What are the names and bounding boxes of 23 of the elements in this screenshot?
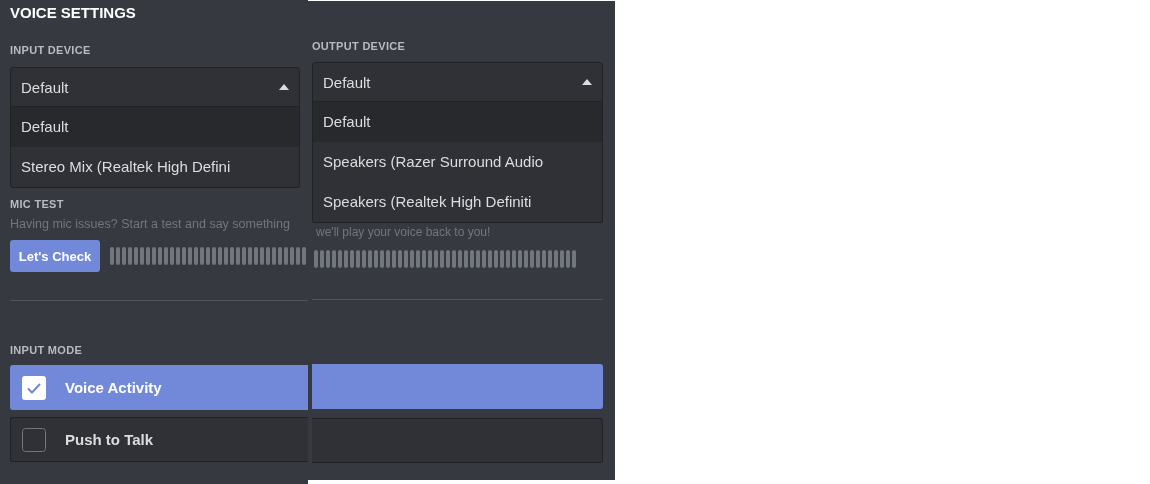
dropdown-option[interactable]: Speakers (Razer Surround Audio <box>313 142 602 182</box>
device-select[interactable]: Default <box>10 67 300 107</box>
input-mode-option[interactable]: Push to Talk <box>10 417 308 462</box>
dropdown-option[interactable]: Default <box>313 102 602 142</box>
caret-up-icon <box>582 79 592 85</box>
description-text: we'll play your voice back to you! <box>315 225 492 239</box>
settings-title: VOICE SETTINGS <box>10 4 137 22</box>
input-mode-option[interactable] <box>312 364 603 409</box>
description-text: Having mic issues? Start a test and say something <box>10 217 291 231</box>
section-label: INPUT DEVICE <box>10 44 92 56</box>
dropdown-option[interactable]: Stereo Mix (Realtek High Defini <box>11 147 299 187</box>
option-label: Voice Activity <box>65 379 162 396</box>
checkbox-icon[interactable] <box>22 427 46 452</box>
section-label: OUTPUT DEVICE <box>312 40 407 52</box>
checkbox-checked-icon[interactable] <box>22 375 46 400</box>
device-select[interactable]: Default <box>312 62 603 102</box>
section-label: INPUT MODE <box>10 344 84 356</box>
option-label: Push to Talk <box>65 431 154 448</box>
dropdown-option[interactable]: Default <box>11 107 299 147</box>
dropdown-option[interactable]: Speakers (Realtek High Definiti <box>313 182 602 222</box>
section-label: MIC TEST <box>10 198 65 210</box>
caret-up-icon <box>279 84 289 90</box>
input-mode-option[interactable] <box>312 418 603 463</box>
